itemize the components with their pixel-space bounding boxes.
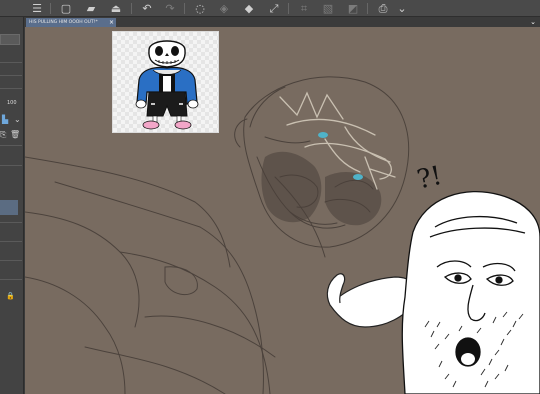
print-icon[interactable]: ⎙ <box>375 1 391 16</box>
fill-icon[interactable]: ◆ <box>241 1 257 16</box>
panel-divider <box>0 88 22 89</box>
sans-character-image <box>135 40 199 130</box>
panel-divider <box>0 145 22 146</box>
sketch-artwork: ?! <box>25 76 540 394</box>
reference-image[interactable] <box>112 31 219 133</box>
open-folder-icon[interactable]: ▰ <box>83 1 99 16</box>
save-icon[interactable]: ⏏ <box>108 1 124 16</box>
lock-icon[interactable]: 🔒 <box>6 291 15 301</box>
panel-divider <box>0 241 22 242</box>
undo-icon[interactable]: ↶ <box>139 1 155 16</box>
main-toolbar: ☰ ▢ ▰ ⏏ ↶ ↷ ◌ ◈ ◆ ⤢ ⌗ ▧ ◩ ⎙ ⌄ <box>0 0 540 17</box>
copy-layer-icon[interactable]: ⎘ <box>0 130 6 140</box>
panel-field[interactable] <box>0 34 20 45</box>
new-file-icon[interactable]: ▢ <box>58 1 74 16</box>
menu-icon[interactable]: ☰ <box>29 1 45 16</box>
selected-layer[interactable] <box>0 200 18 215</box>
chevron-down-icon[interactable]: ⌄ <box>530 17 536 27</box>
panel-divider <box>0 165 22 166</box>
ruler-icon[interactable]: ▧ <box>320 1 336 16</box>
panel-divider <box>0 222 22 223</box>
clear-selection-icon[interactable]: ◈ <box>216 1 232 16</box>
toolbar-divider <box>184 3 185 14</box>
redo-icon[interactable]: ↷ <box>162 1 178 16</box>
panel-divider <box>0 279 22 280</box>
tone-icon[interactable]: ◩ <box>345 1 361 16</box>
toolbar-divider <box>50 3 51 14</box>
document-tab[interactable]: HIS PULLING HIM OOOH OUT!* × <box>26 18 116 27</box>
lasso-icon[interactable]: ◌ <box>192 1 208 16</box>
panel-divider <box>0 75 22 76</box>
annotation-text: ?! <box>414 161 444 195</box>
transform-icon[interactable]: ⤢ <box>266 1 282 16</box>
chevron-down-icon[interactable]: ⌄ <box>394 1 410 16</box>
toolbar-divider <box>131 3 132 14</box>
opacity-value[interactable]: 100 <box>7 100 17 106</box>
layer-panel: 100 ▙ ⌄ ⎘ 🗑 🔒 <box>0 17 24 394</box>
crop-icon[interactable]: ⌗ <box>296 1 312 16</box>
toolbar-divider <box>367 3 368 14</box>
panel-divider <box>0 260 22 261</box>
document-tab-bar: HIS PULLING HIM OOOH OUT!* × ⌄ <box>25 17 540 27</box>
trash-icon[interactable]: 🗑 <box>10 130 20 140</box>
drawing-canvas[interactable]: ?! <box>25 27 540 394</box>
close-icon[interactable]: × <box>109 18 114 27</box>
chevron-down-icon[interactable]: ⌄ <box>14 115 21 125</box>
toolbar-divider <box>288 3 289 14</box>
tab-title: HIS PULLING HIM OOOH OUT!* <box>29 20 98 25</box>
layer-color-icon[interactable]: ▙ <box>2 115 8 125</box>
panel-divider <box>0 62 22 63</box>
